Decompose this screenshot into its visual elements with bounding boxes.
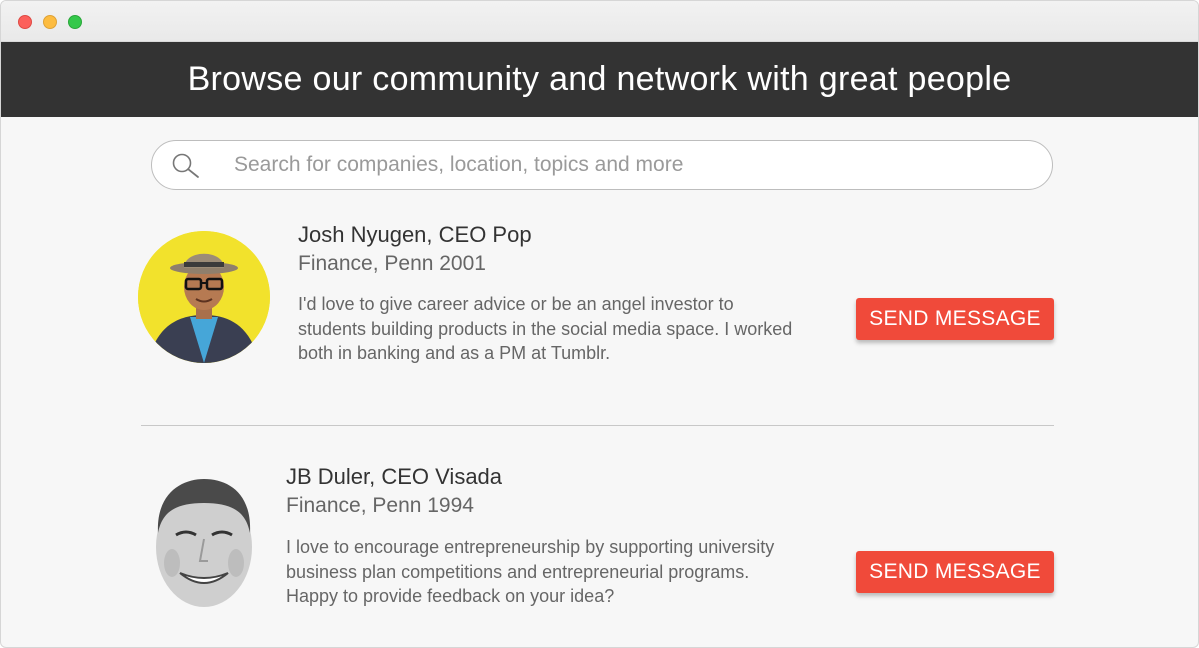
- divider: [141, 425, 1054, 426]
- person-subtitle: Finance, Penn 1994: [286, 494, 474, 517]
- person-bio: I love to encourage entrepreneurship by …: [286, 537, 775, 606]
- avatar: [142, 473, 266, 611]
- person-bio: I'd love to give career advice or be an …: [298, 294, 793, 363]
- avatar: [138, 231, 270, 363]
- search-bar[interactable]: [151, 140, 1053, 190]
- page-title: Browse our community and network with gr…: [187, 60, 1012, 98]
- send-message-button[interactable]: SEND MESSAGE: [856, 551, 1054, 593]
- search-input[interactable]: [234, 151, 1014, 179]
- person-name: JB Duler, CEO Visada: [286, 464, 503, 489]
- search-icon[interactable]: [170, 152, 202, 180]
- browser-window: Browse our community and network with gr…: [0, 0, 1199, 648]
- close-window-button[interactable]: [18, 15, 32, 29]
- page-banner: Browse our community and network with gr…: [1, 42, 1198, 117]
- person-name: Josh Nyugen, CEO Pop: [298, 222, 532, 247]
- maximize-window-button[interactable]: [68, 15, 82, 29]
- send-message-button[interactable]: SEND MESSAGE: [856, 298, 1054, 340]
- window-titlebar: [1, 1, 1198, 42]
- minimize-window-button[interactable]: [43, 15, 57, 29]
- person-subtitle: Finance, Penn 2001: [298, 252, 486, 275]
